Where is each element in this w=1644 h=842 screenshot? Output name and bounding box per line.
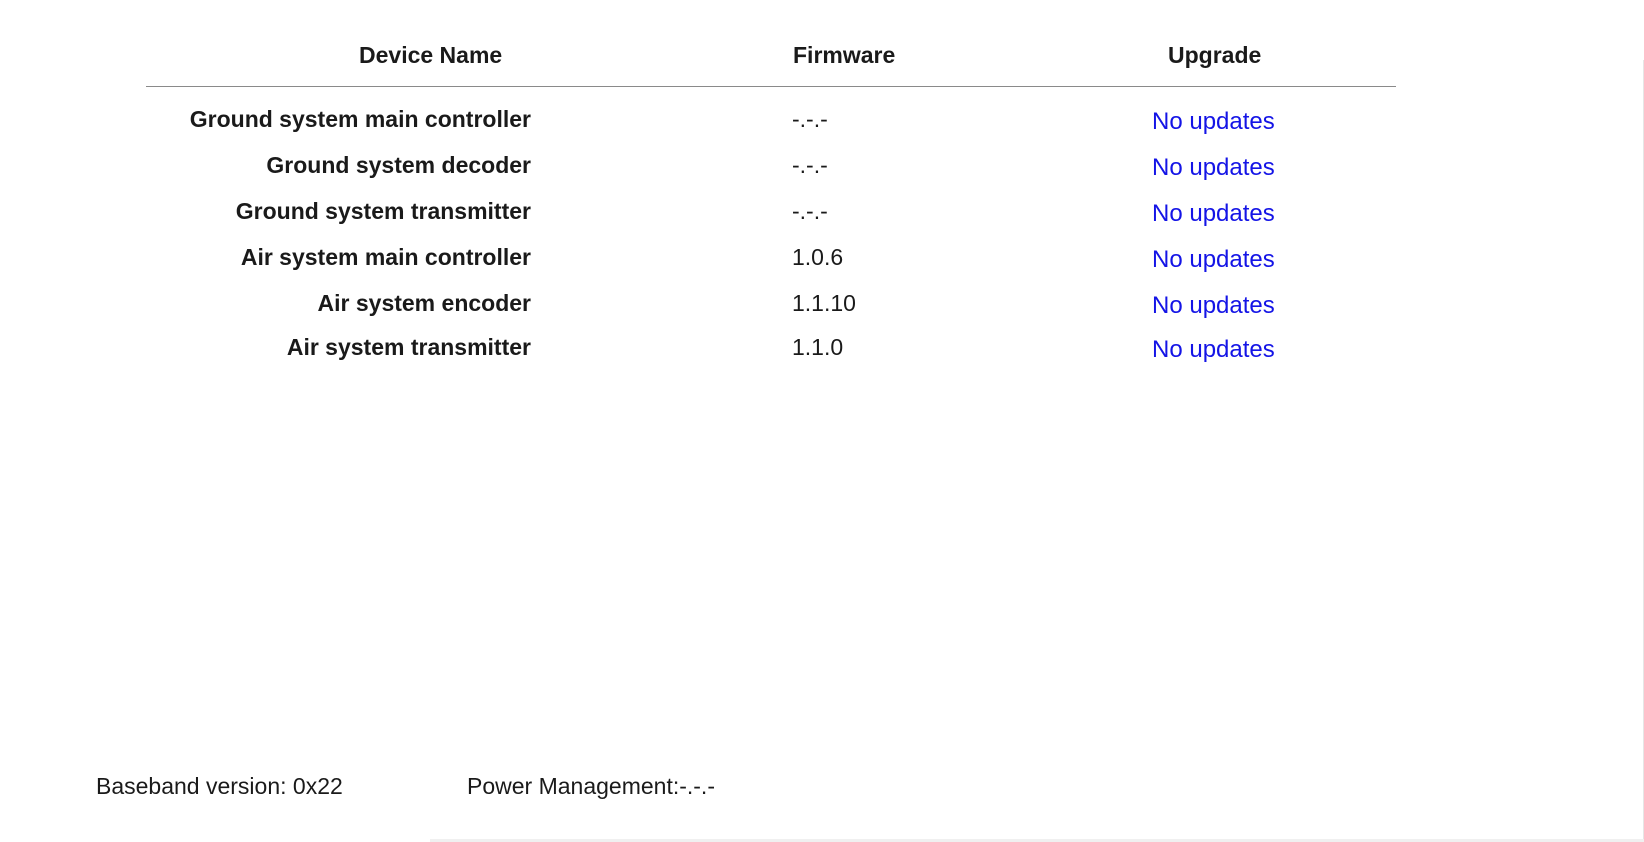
device-name-cell: Air system transmitter: [286, 334, 531, 360]
upgrade-status-link[interactable]: No updates: [1152, 108, 1275, 136]
upgrade-status-link[interactable]: No updates: [1152, 292, 1275, 320]
firmware-version-cell: 1.1.10: [792, 290, 856, 316]
header-firmware: Firmware: [793, 42, 896, 68]
firmware-version-cell: 1.0.6: [792, 244, 844, 270]
firmware-version-cell: 1.1.0: [792, 334, 844, 360]
table-row: Ground system main controller -.-.- No u…: [0, 106, 1644, 146]
upgrade-status-link[interactable]: No updates: [1152, 154, 1275, 182]
device-name-cell: Air system main controller: [240, 244, 531, 270]
table-row: Air system transmitter 1.1.0 No updates: [0, 334, 1644, 374]
table-row: Air system main controller 1.0.6 No upda…: [0, 244, 1644, 284]
firmware-version-cell: -.-.-: [792, 106, 828, 132]
power-management-version: Power Management:-.-.-: [467, 773, 715, 799]
baseband-version: Baseband version: 0x22: [96, 773, 343, 799]
table-row: Ground system decoder -.-.- No updates: [0, 152, 1644, 192]
firmware-version-cell: -.-.-: [792, 152, 828, 178]
table-row: Ground system transmitter -.-.- No updat…: [0, 198, 1644, 238]
device-name-cell: Air system encoder: [317, 290, 531, 316]
header-upgrade: Upgrade: [1168, 42, 1262, 68]
upgrade-status-link[interactable]: No updates: [1152, 200, 1275, 228]
device-name-cell: Ground system decoder: [266, 152, 531, 178]
upgrade-status-link[interactable]: No updates: [1152, 336, 1275, 364]
firmware-info-page: Device Name Firmware Upgrade Ground syst…: [0, 0, 1644, 842]
table-row: Air system encoder 1.1.10 No updates: [0, 290, 1644, 330]
header-divider: [146, 86, 1396, 87]
firmware-version-cell: -.-.-: [792, 198, 828, 224]
header-device-name: Device Name: [359, 42, 503, 68]
device-name-cell: Ground system main controller: [189, 106, 531, 132]
device-name-cell: Ground system transmitter: [235, 198, 531, 224]
upgrade-status-link[interactable]: No updates: [1152, 246, 1275, 274]
